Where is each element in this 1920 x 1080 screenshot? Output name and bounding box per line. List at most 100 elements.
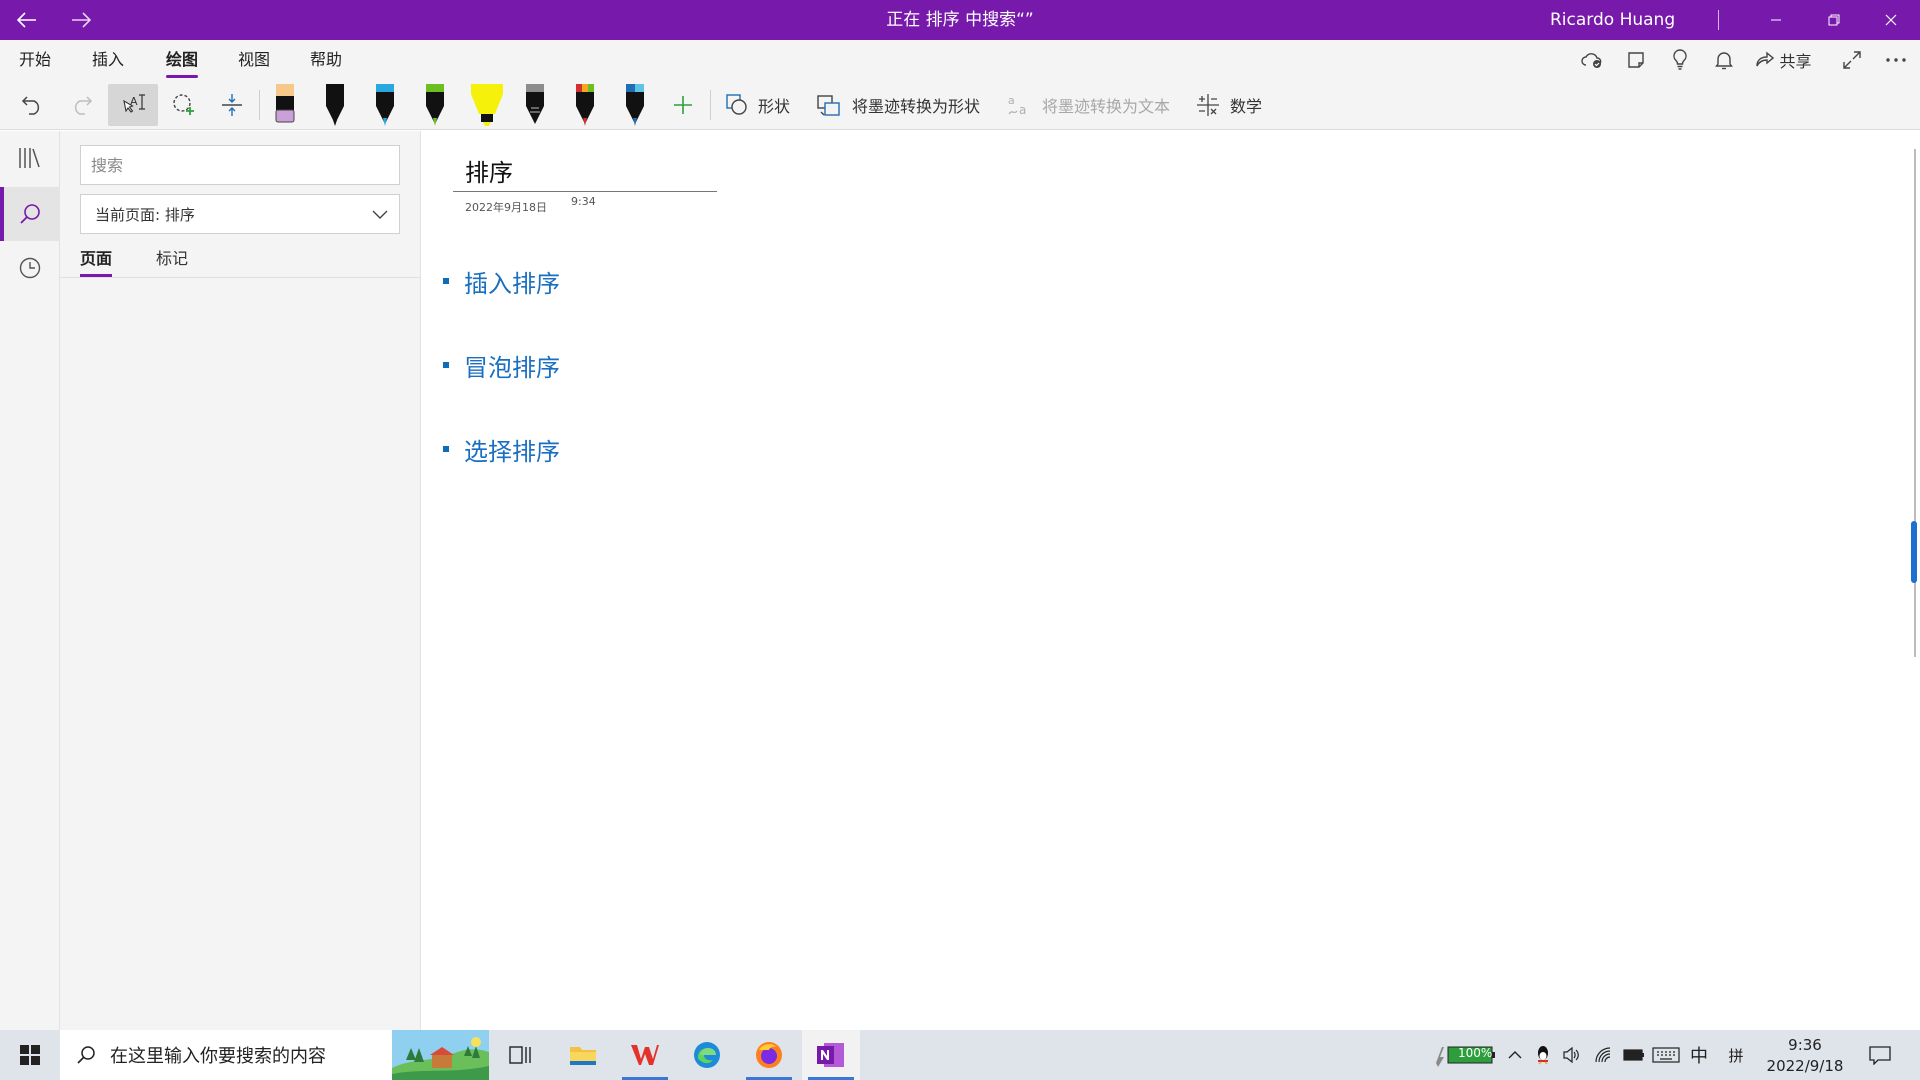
user-name[interactable]: Ricardo Huang (1550, 0, 1675, 40)
sticky-notes-button[interactable] (1616, 40, 1656, 80)
pen-lavender-icon (275, 84, 295, 123)
fullscreen-button[interactable] (1832, 40, 1872, 80)
shapes-icon (726, 94, 747, 115)
search-icon (20, 204, 40, 224)
search-scope-label: 当前页面: 排序 (95, 205, 195, 224)
page-title[interactable]: 排序 (465, 153, 513, 188)
qq-penguin-icon (1538, 1046, 1548, 1065)
type-select-button[interactable]: A (108, 84, 158, 126)
chevron-up-icon (1508, 1051, 1522, 1059)
list-item[interactable]: 冒泡排序 (443, 348, 560, 383)
action-center-button[interactable] (1860, 1030, 1900, 1080)
redo-button[interactable] (62, 84, 102, 126)
pen-galaxy-icon (526, 84, 544, 124)
cloud-sync-icon (1581, 53, 1602, 68)
add-space-button[interactable] (212, 84, 252, 126)
pen-red-icon (576, 84, 594, 126)
qq-tray-button[interactable] (1530, 1030, 1556, 1080)
tab-draw[interactable]: 绘图 (166, 40, 199, 80)
ime-mode-button[interactable]: 拼 (1722, 1030, 1750, 1080)
tab-pages[interactable]: 页面 (80, 241, 113, 277)
shapes-button[interactable]: 形状 (720, 84, 798, 126)
power-button[interactable] (1620, 1030, 1648, 1080)
taskbar-clock[interactable]: 9:36 2022/9/18 (1760, 1030, 1850, 1080)
clock-icon (19, 257, 41, 279)
taskbar-search-placeholder: 在这里输入你要搜索的内容 (110, 1046, 326, 1067)
close-button[interactable] (1862, 0, 1920, 40)
edge-button[interactable] (678, 1030, 736, 1080)
highlighter-yellow[interactable] (465, 82, 509, 128)
list-item[interactable]: 选择排序 (443, 432, 560, 467)
touch-keyboard-button[interactable] (1650, 1030, 1682, 1080)
notifications-button[interactable] (1704, 40, 1744, 80)
show-hidden-icons-button[interactable] (1502, 1030, 1528, 1080)
close-icon (1885, 14, 1897, 26)
text-cursor-icon: A (123, 94, 145, 113)
network-button[interactable] (1590, 1030, 1618, 1080)
minimize-button[interactable] (1747, 0, 1805, 40)
lightbulb-icon (1673, 49, 1687, 70)
tab-help[interactable]: 帮助 (310, 40, 342, 80)
onenote-button[interactable] (802, 1030, 860, 1080)
sync-button[interactable] (1572, 40, 1612, 80)
search-input[interactable] (80, 145, 400, 185)
math-button[interactable]: 数学 (1192, 84, 1270, 126)
search-rail-button[interactable] (0, 187, 60, 241)
tell-me-button[interactable] (1660, 40, 1700, 80)
page-canvas[interactable]: 排序 2022年9月18日 9:34 插入排序 冒泡排序 选择排序 (421, 131, 1920, 1030)
scrollbar-thumb[interactable] (1911, 521, 1917, 583)
firefox-icon (756, 1042, 782, 1068)
minimize-icon (1771, 19, 1781, 21)
tab-insert[interactable]: 插入 (92, 40, 124, 80)
battery-indicator[interactable]: 100% (1432, 1030, 1500, 1080)
pen-black-1[interactable] (315, 82, 355, 128)
task-view-button[interactable] (492, 1030, 550, 1080)
start-button[interactable] (0, 1030, 60, 1080)
taskbar-search-box[interactable]: 在这里输入你要搜索的内容 (60, 1030, 489, 1080)
add-pen-button[interactable] (665, 84, 701, 126)
pen-red[interactable] (565, 82, 605, 128)
list-item-text[interactable]: 选择排序 (464, 432, 560, 467)
file-explorer-button[interactable] (554, 1030, 612, 1080)
tab-tags[interactable]: 标记 (156, 241, 188, 277)
wps-office-button[interactable] (616, 1030, 674, 1080)
ime-language-button[interactable]: 中 (1686, 1030, 1712, 1080)
lasso-select-button[interactable] (162, 84, 206, 126)
title-bar: 正在 排序 中搜索“” Ricardo Huang (0, 0, 1920, 40)
pen-green[interactable] (415, 82, 455, 128)
page-time: 9:34 (571, 195, 596, 208)
notebooks-button[interactable] (0, 131, 60, 185)
insert-space-icon (222, 94, 242, 116)
list-item-text[interactable]: 插入排序 (464, 264, 560, 299)
recent-notes-button[interactable] (0, 241, 60, 295)
restore-icon (1828, 14, 1840, 26)
tab-view[interactable]: 视图 (238, 40, 270, 80)
firefox-button[interactable] (740, 1030, 798, 1080)
navigation-rail (0, 131, 60, 1030)
ink-to-shape-icon (817, 95, 840, 116)
more-options-button[interactable] (1876, 40, 1916, 80)
notes-icon (1628, 52, 1644, 68)
wifi-icon (1595, 1047, 1611, 1063)
folder-icon (570, 1047, 596, 1065)
list-item[interactable]: 插入排序 (443, 264, 560, 299)
svg-text:a: a (1008, 94, 1015, 107)
pen-lavender[interactable] (265, 82, 305, 128)
onenote-icon (817, 1043, 844, 1067)
pen-ocean[interactable] (615, 82, 655, 128)
volume-button[interactable] (1558, 1030, 1584, 1080)
math-label: 数学 (1230, 97, 1263, 116)
list-item-text[interactable]: 冒泡排序 (464, 348, 560, 383)
ink-to-shape-button[interactable]: 将墨迹转换为形状 (812, 84, 988, 126)
undo-button[interactable] (12, 84, 52, 126)
pen-cyan[interactable] (365, 82, 405, 128)
restore-button[interactable] (1805, 0, 1863, 40)
more-icon (1886, 58, 1906, 62)
pen-galaxy[interactable] (515, 82, 555, 128)
search-scope-dropdown[interactable]: 当前页面: 排序 (80, 194, 400, 234)
tab-home[interactable]: 开始 (19, 40, 51, 80)
windows-logo-icon (20, 1045, 40, 1065)
share-button[interactable]: 共享 (1752, 40, 1816, 80)
pen-green-icon (426, 84, 444, 126)
search-pane: 当前页面: 排序 页面 标记 (60, 131, 421, 1030)
